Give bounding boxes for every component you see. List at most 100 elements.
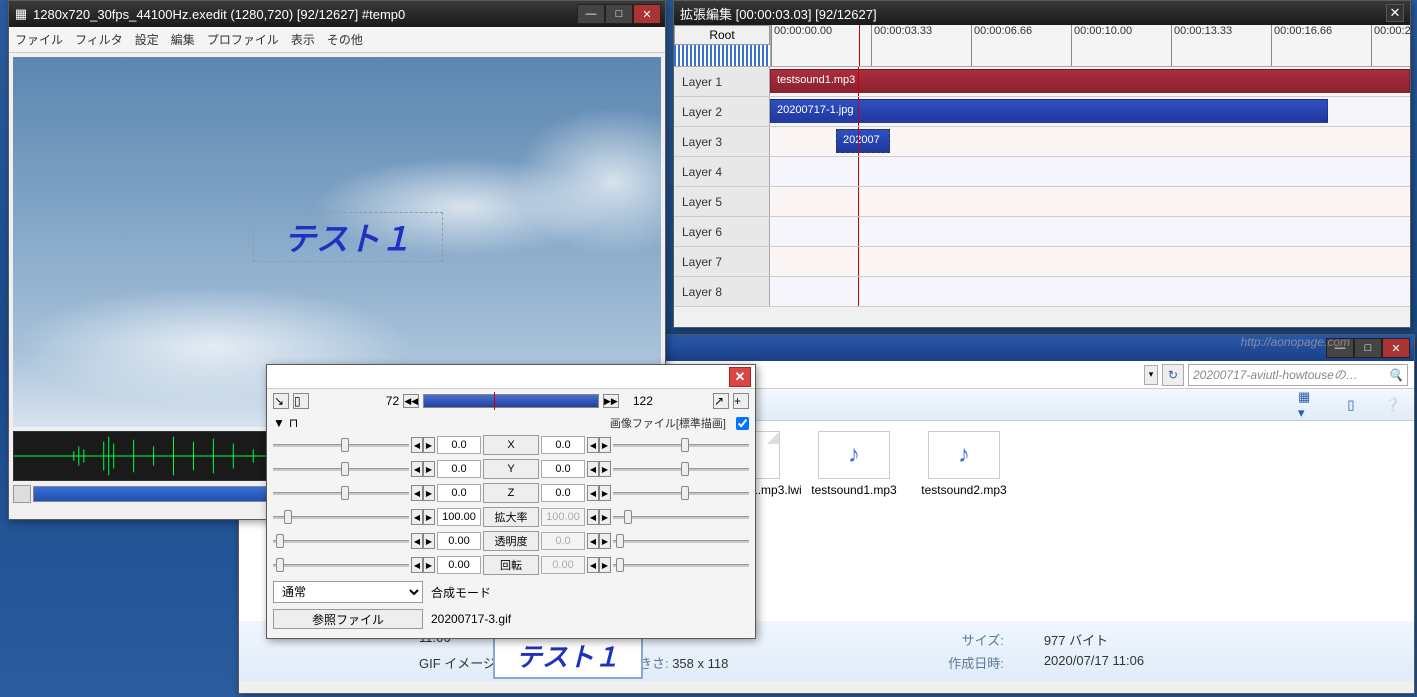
close-button[interactable]: ✕	[729, 367, 751, 387]
close-button[interactable]: ✕	[1382, 338, 1410, 358]
file-item[interactable]: ♪ testsound1.mp3	[809, 431, 899, 611]
blend-mode-select[interactable]: 通常	[273, 581, 423, 603]
close-button[interactable]: ✕	[1386, 4, 1404, 22]
layer-label[interactable]: Layer 6	[674, 217, 770, 246]
timeline-titlebar[interactable]: 拡張編集 [00:00:03.03] [92/12627] ✕	[674, 1, 1410, 25]
app-icon: ▦	[13, 6, 29, 22]
menu-filter[interactable]: フィルタ	[75, 31, 123, 48]
menu-file[interactable]: ファイル	[15, 31, 63, 48]
slider-left[interactable]	[273, 508, 409, 526]
prop-name-button[interactable]: 透明度	[483, 531, 539, 551]
collapse-icon[interactable]: ▼	[273, 416, 285, 430]
path-dropdown[interactable]: ▾	[1144, 365, 1158, 385]
playhead[interactable]	[859, 25, 860, 66]
slider-right[interactable]	[613, 460, 749, 478]
slider-left[interactable]	[273, 436, 409, 454]
layer-label[interactable]: Layer 5	[674, 187, 770, 216]
slider-left[interactable]	[273, 556, 409, 574]
prop-name-button[interactable]: Y	[483, 459, 539, 479]
clip-audio[interactable]: testsound1.mp3	[770, 69, 1410, 93]
frame-range-bar[interactable]	[423, 394, 599, 408]
slider-left[interactable]	[273, 532, 409, 550]
file-item[interactable]: ♪ testsound2.mp3	[919, 431, 1009, 611]
prop-name-button[interactable]: 回転	[483, 555, 539, 575]
layer-label[interactable]: Layer 4	[674, 157, 770, 186]
spin-right[interactable]: ◀▶	[587, 461, 611, 477]
frame-end: 122	[623, 394, 653, 408]
root-button[interactable]: Root	[674, 25, 770, 45]
spin-left[interactable]: ◀▶	[411, 557, 435, 573]
slider-right[interactable]	[613, 532, 749, 550]
clip-image-selected[interactable]: 202007	[836, 129, 890, 153]
slider-right[interactable]	[613, 556, 749, 574]
value-right[interactable]: 0.0	[541, 484, 585, 502]
prop-name-button[interactable]: Z	[483, 483, 539, 503]
spin-left[interactable]: ◀▶	[411, 533, 435, 549]
view-icon[interactable]: ▦ ▾	[1298, 394, 1320, 416]
slider-left[interactable]	[273, 460, 409, 478]
layer-label[interactable]: Layer 1	[674, 67, 770, 96]
next-frame-button[interactable]: ▶▶	[603, 394, 619, 408]
maximize-button[interactable]: □	[605, 4, 633, 24]
prev-frame-button[interactable]: ◀◀	[403, 394, 419, 408]
icon-button-3[interactable]: ↗	[713, 393, 729, 409]
value-left[interactable]: 0.0	[437, 484, 481, 502]
seek-prev[interactable]	[13, 485, 31, 503]
selected-object-box[interactable]: テスト１	[253, 212, 443, 262]
spin-left[interactable]: ◀▶	[411, 509, 435, 525]
close-button[interactable]: ✕	[633, 4, 661, 24]
layer-label[interactable]: Layer 8	[674, 277, 770, 306]
spin-left[interactable]: ◀▶	[411, 485, 435, 501]
value-left[interactable]: 0.0	[437, 436, 481, 454]
spin-right[interactable]: ◀▶	[587, 437, 611, 453]
slider-right[interactable]	[613, 436, 749, 454]
slider-left[interactable]	[273, 484, 409, 502]
props-titlebar[interactable]: ✕	[267, 365, 755, 389]
menu-settings[interactable]: 設定	[135, 31, 159, 48]
spin-right[interactable]: ◀▶	[587, 509, 611, 525]
layer-label[interactable]: Layer 3	[674, 127, 770, 156]
prop-name-button[interactable]: X	[483, 435, 539, 455]
spin-right[interactable]: ◀▶	[587, 557, 611, 573]
refresh-button[interactable]: ↻	[1162, 364, 1184, 386]
menu-other[interactable]: その他	[327, 31, 363, 48]
preview-pane-icon[interactable]: ▯	[1340, 394, 1362, 416]
spin-left[interactable]: ◀▶	[411, 461, 435, 477]
window-title: 拡張編集 [00:00:03.03] [92/12627]	[680, 4, 877, 23]
search-input[interactable]: 20200717-aviutl-howtouseの… 🔍	[1188, 364, 1408, 386]
ruler-tick: 00:00:13.33	[1171, 25, 1232, 66]
layer-label[interactable]: Layer 2	[674, 97, 770, 126]
help-icon[interactable]: ❔	[1382, 394, 1404, 416]
preview-titlebar[interactable]: ▦ 1280x720_30fps_44100Hz.exedit (1280,72…	[9, 1, 665, 27]
prop-row-拡大率: ◀▶100.00拡大率100.00◀▶	[273, 505, 749, 529]
icon-button-2[interactable]: ▯	[293, 393, 309, 409]
value-left[interactable]: 100.00	[437, 508, 481, 526]
enable-checkbox[interactable]	[736, 417, 749, 430]
prop-row-X: ◀▶0.0X0.0◀▶	[273, 433, 749, 457]
props-header-label: 画像ファイル[標準描画]	[604, 413, 732, 433]
value-left[interactable]: 0.00	[437, 556, 481, 574]
layer-label[interactable]: Layer 7	[674, 247, 770, 276]
slider-right[interactable]	[613, 508, 749, 526]
minimize-button[interactable]: —	[577, 4, 605, 24]
prop-name-button[interactable]: 拡大率	[483, 507, 539, 527]
slider-right[interactable]	[613, 484, 749, 502]
menu-edit[interactable]: 編集	[171, 31, 195, 48]
add-button[interactable]: +	[733, 393, 749, 409]
menu-profile[interactable]: プロファイル	[207, 31, 279, 48]
status-size-label: サイズ:	[858, 630, 1004, 649]
spin-right[interactable]: ◀▶	[587, 533, 611, 549]
spin-right[interactable]: ◀▶	[587, 485, 611, 501]
menu-view[interactable]: 表示	[291, 31, 315, 48]
browse-file-button[interactable]: 参照ファイル	[273, 609, 423, 629]
value-right[interactable]: 0.0	[541, 436, 585, 454]
maximize-button[interactable]: □	[1354, 338, 1382, 358]
icon-button-1[interactable]: ↘	[273, 393, 289, 409]
value-left[interactable]: 0.00	[437, 532, 481, 550]
handle-icon[interactable]: ⊓	[289, 416, 298, 430]
value-right[interactable]: 0.0	[541, 460, 585, 478]
value-left[interactable]: 0.0	[437, 460, 481, 478]
spin-left[interactable]: ◀▶	[411, 437, 435, 453]
clip-image[interactable]: 20200717-1.jpg	[770, 99, 1328, 123]
time-ruler[interactable]: 00:00:00.00 00:00:03.33 00:00:06.66 00:0…	[770, 25, 1410, 66]
